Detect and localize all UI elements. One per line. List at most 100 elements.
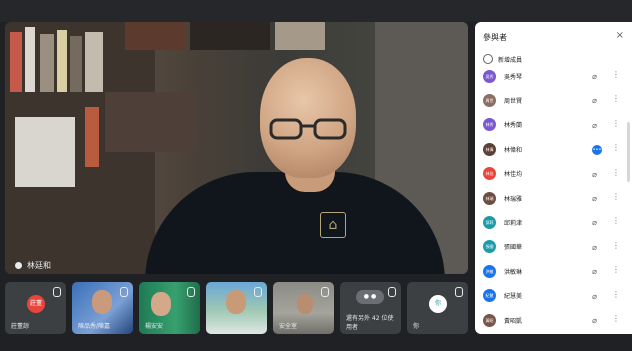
add-member-button[interactable]: 新增成員: [483, 54, 522, 64]
person-icon: [226, 290, 246, 314]
book: [25, 27, 35, 92]
avatar: 黃昭: [483, 313, 496, 327]
mic-icon: [15, 262, 22, 269]
more-icon[interactable]: ⋮: [612, 168, 620, 177]
add-member-label: 新增成員: [498, 56, 523, 64]
book: [85, 32, 103, 92]
tile-more[interactable]: ● ● 還有另外 42 位使用者: [340, 282, 401, 334]
add-person-icon: [483, 54, 493, 64]
more-icon[interactable]: ⋮: [612, 216, 620, 225]
participant-name: 林佳均: [504, 171, 523, 179]
avatar: 林瑞: [483, 191, 496, 205]
list-item[interactable]: 林秀 林秀蘭 ⌀ ⋮: [475, 113, 632, 137]
person-icon: [151, 292, 171, 316]
participant-name: 林秀蘭: [504, 122, 523, 130]
more-icon[interactable]: ⋮: [612, 314, 620, 323]
main-speaker-label: 林廷和: [15, 260, 51, 271]
more-users-icon: ● ●: [356, 290, 384, 304]
tile-name: 安全室: [279, 323, 298, 330]
mic-icon: [187, 287, 195, 297]
tile-name: 楊安安: [145, 323, 164, 330]
participant-name: 邱莉津: [504, 220, 523, 228]
avatar: 林秀: [483, 118, 496, 132]
mic-icon: [321, 287, 329, 297]
participants-panel: 參與者 × 新增成員 吳秀 吳秀琴 ⌀ ⋮ 周世 周世賢 ⌀ ⋮ 林秀 林秀蘭 …: [475, 22, 632, 334]
person-icon: [92, 290, 112, 314]
avatar: 吳秀: [483, 69, 496, 83]
participant-name: 吳秀琴: [504, 73, 523, 81]
list-item[interactable]: 林偉 林偉和 ••• ⋮: [475, 137, 632, 161]
tile-4[interactable]: [206, 282, 267, 334]
person-icon: [297, 294, 313, 314]
mic-off-icon[interactable]: ⌀: [592, 72, 597, 81]
participant-name: 紀慧美: [504, 293, 523, 301]
list-item[interactable]: 黃昭 黃昭凱 ⌀ ⋮: [475, 308, 632, 332]
more-icon[interactable]: ⋮: [612, 94, 620, 103]
top-bar: [0, 0, 632, 22]
tile-self[interactable]: 你 你: [407, 282, 468, 334]
participant-tiles: 莊董 莊董諒 陳品秀/陳嘉 楊安安 安全室 ● ● 還有另外 42 位使用者 你…: [5, 282, 468, 334]
book: [105, 92, 195, 152]
list-item[interactable]: 周世 周世賢 ⌀ ⋮: [475, 88, 632, 112]
list-item[interactable]: 邱莉 邱莉津 ⌀ ⋮: [475, 210, 632, 234]
avatar: 洪敏: [483, 264, 496, 278]
tile-2[interactable]: 陳品秀/陳嘉: [72, 282, 133, 334]
list-item[interactable]: 紀慧 紀慧美 ⌀ ⋮: [475, 284, 632, 308]
book: [275, 22, 325, 50]
mic-off-icon[interactable]: ⌀: [592, 267, 597, 276]
list-item[interactable]: 林瑞 林瑞雅 ⌀ ⋮: [475, 186, 632, 210]
participant-name: 林瑞雅: [504, 195, 523, 203]
tile-name: 莊董諒: [11, 323, 30, 330]
mic-icon: [53, 287, 61, 297]
more-icon[interactable]: ⋮: [612, 70, 620, 79]
mic-off-icon[interactable]: ⌀: [592, 292, 597, 301]
participant-name: 周世賢: [504, 98, 523, 106]
book: [40, 34, 54, 92]
list-item[interactable]: 洪敏 洪敏琳 ⌀ ⋮: [475, 259, 632, 283]
avatar: 張國: [483, 240, 496, 254]
tile-3[interactable]: 楊安安: [139, 282, 200, 334]
list-item[interactable]: 張國 張國華 ⌀ ⋮: [475, 235, 632, 259]
mic-off-icon[interactable]: ⌀: [592, 243, 597, 252]
book: [190, 22, 270, 50]
speaking-indicator-icon: •••: [592, 145, 602, 156]
more-icon[interactable]: ⋮: [612, 192, 620, 201]
tile-1[interactable]: 莊董 莊董諒: [5, 282, 66, 334]
list-item[interactable]: 吳秀 吳秀琴 ⌀ ⋮: [475, 64, 632, 88]
mic-off-icon[interactable]: ⌀: [592, 316, 597, 325]
mic-off-icon[interactable]: ⌀: [592, 218, 597, 227]
tile-name: 你: [413, 323, 420, 330]
mic-off-icon[interactable]: ⌀: [592, 194, 597, 203]
mic-off-icon[interactable]: ⌀: [592, 96, 597, 105]
book: [10, 32, 22, 92]
mic-icon: [254, 287, 262, 297]
book: [125, 22, 185, 50]
more-icon[interactable]: ⋮: [612, 265, 620, 274]
avatar: 紀慧: [483, 289, 496, 303]
mic-icon: [388, 287, 396, 297]
glasses-icon: [269, 118, 347, 140]
mic-off-icon[interactable]: ⌀: [592, 121, 597, 130]
avatar: 邱莉: [483, 216, 496, 230]
more-icon[interactable]: ⋮: [612, 119, 620, 128]
panel-title: 參與者: [483, 33, 507, 42]
scrollbar[interactable]: [627, 122, 630, 182]
avatar: 周世: [483, 94, 496, 108]
book: [15, 117, 75, 187]
avatar: 林佳: [483, 167, 496, 181]
close-icon[interactable]: ×: [616, 30, 624, 41]
bottom-bar: [0, 334, 632, 351]
participant-name: 張國華: [504, 244, 523, 252]
tile-name: 陳品秀/陳嘉: [78, 323, 111, 330]
tile-5[interactable]: 安全室: [273, 282, 334, 334]
participant-name: 洪敏琳: [504, 268, 523, 276]
participant-name: 林偉和: [504, 146, 523, 154]
list-item[interactable]: 林佳 林佳均 ⌀ ⋮: [475, 162, 632, 186]
book: [85, 107, 99, 167]
book: [57, 30, 67, 92]
mic-off-icon[interactable]: ⌀: [592, 170, 597, 179]
more-icon[interactable]: ⋮: [612, 241, 620, 250]
main-video[interactable]: ⌂ 林廷和: [5, 22, 468, 274]
more-icon[interactable]: ⋮: [612, 290, 620, 299]
more-icon[interactable]: ⋮: [612, 143, 620, 152]
